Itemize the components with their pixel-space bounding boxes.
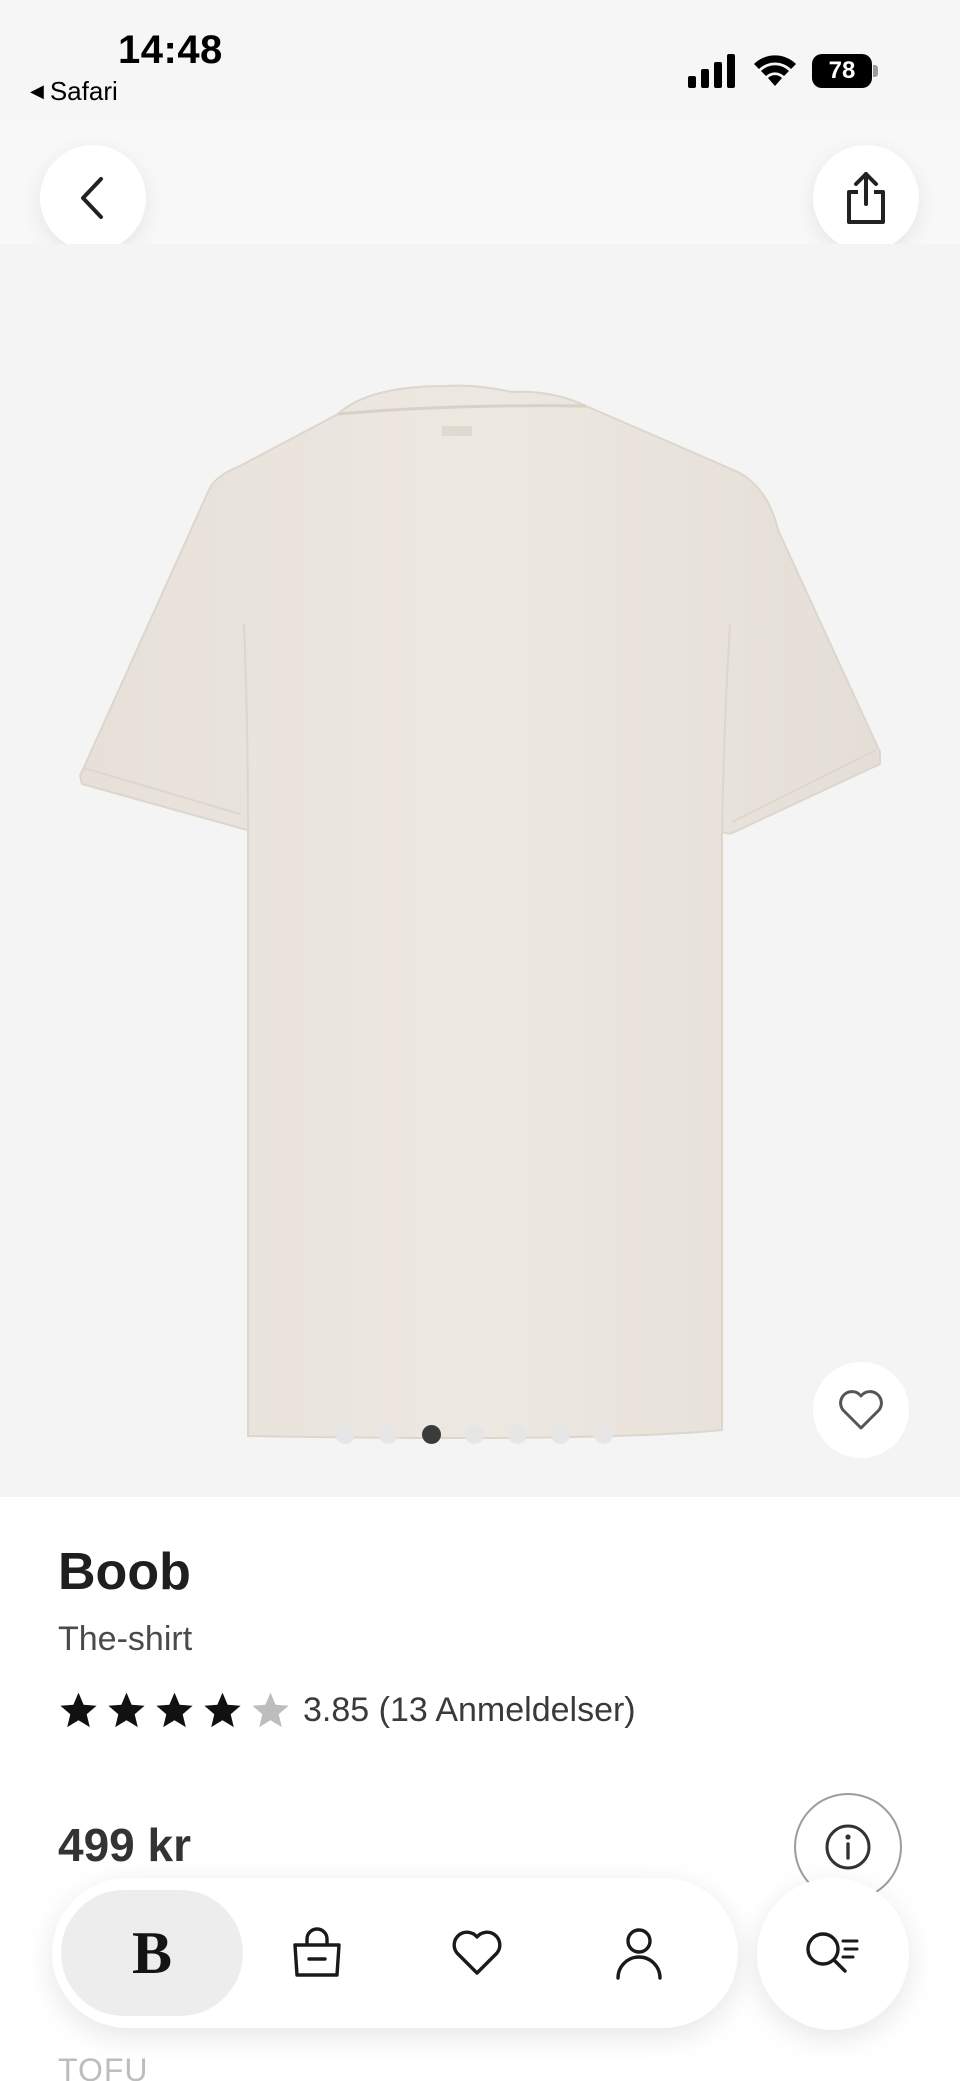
- nav-favorites-button[interactable]: [412, 1890, 542, 2016]
- star-empty-icon: [252, 1692, 289, 1727]
- user-icon: [616, 1928, 662, 1980]
- shopping-bag-icon: [293, 1927, 341, 1977]
- battery-indicator: 78: [812, 54, 878, 88]
- product-rating[interactable]: 3.85 (13 Anmeldelser): [58, 1686, 636, 1734]
- cellular-signal-icon: [688, 54, 735, 88]
- product-variant: TOFU: [58, 2052, 149, 2081]
- product-name: The-shirt: [58, 1620, 193, 1658]
- heart-icon: [452, 1930, 502, 1975]
- battery-tip: [873, 65, 878, 77]
- star-filled-icon: [108, 1692, 145, 1727]
- product-price: 499 kr: [58, 1819, 192, 1871]
- bottom-navigation: B: [52, 1878, 738, 2028]
- rating-stars: [58, 1690, 291, 1731]
- product-brand[interactable]: Boob: [58, 1542, 191, 1602]
- back-to-safari-link[interactable]: ◀ Safari: [30, 76, 118, 107]
- pagination-dot[interactable]: [379, 1424, 398, 1444]
- star-filled-icon: [204, 1692, 241, 1727]
- nav-home-button[interactable]: B: [61, 1890, 243, 2016]
- pagination-dot[interactable]: [465, 1424, 484, 1444]
- back-triangle-icon: ◀: [30, 81, 44, 101]
- status-bar: 14:48 ◀ Safari 78: [0, 0, 960, 120]
- battery-level: 78: [812, 54, 872, 88]
- pagination-dot-active[interactable]: [422, 1424, 441, 1444]
- back-app-label: Safari: [49, 76, 118, 106]
- search-button[interactable]: [757, 1878, 909, 2030]
- pagination-dot[interactable]: [594, 1424, 613, 1444]
- wifi-icon: [754, 55, 796, 86]
- home-logo: B: [131, 1919, 173, 1986]
- nav-account-button[interactable]: [574, 1890, 704, 2016]
- info-icon: [825, 1824, 871, 1870]
- pagination-dot[interactable]: [551, 1424, 570, 1444]
- pagination-dot[interactable]: [336, 1424, 355, 1444]
- back-button[interactable]: [40, 145, 146, 251]
- product-image-gallery[interactable]: [0, 244, 960, 1497]
- star-filled-icon: [60, 1692, 97, 1727]
- heart-icon: [839, 1390, 883, 1430]
- star-filled-icon: [156, 1692, 193, 1727]
- tshirt-image: [78, 384, 881, 1439]
- share-button[interactable]: [813, 145, 919, 251]
- chevron-left-icon: [81, 177, 103, 219]
- rating-text: 3.85 (13 Anmeldelser): [303, 1690, 636, 1729]
- gallery-pagination: [336, 1424, 613, 1444]
- share-icon: [847, 172, 885, 224]
- search-filter-icon: [806, 1932, 859, 1973]
- pagination-dot[interactable]: [508, 1424, 527, 1444]
- favorite-button[interactable]: [813, 1362, 909, 1458]
- status-time: 14:48: [118, 28, 223, 72]
- nav-bag-button[interactable]: [252, 1890, 382, 2016]
